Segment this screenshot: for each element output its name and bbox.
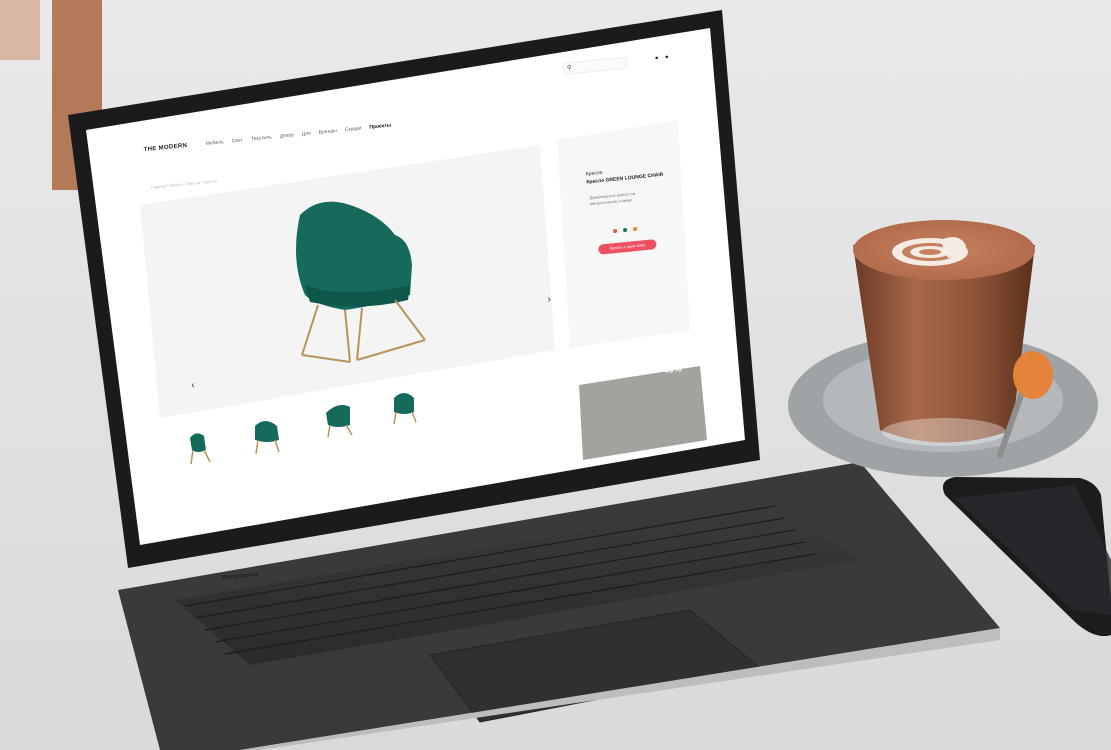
site-nav: Мебель Свет Текстиль Декор Для Бренды Ск… xyxy=(206,122,392,147)
search-icon: ⚲ xyxy=(566,65,572,72)
breadcrumb: Главная / Мебель / Кресла / Кресло xyxy=(150,178,218,190)
website-screen: THE MODERN Мебель Свет Текстиль Декор Дл… xyxy=(94,54,781,630)
prev-image-arrow[interactable]: ‹ xyxy=(191,380,195,391)
nav-item[interactable]: Декор xyxy=(280,132,294,139)
nav-item[interactable]: Текстиль xyxy=(251,134,272,142)
user-icon[interactable]: ● xyxy=(655,55,659,61)
color-swatch[interactable] xyxy=(622,227,628,233)
nav-item-active[interactable]: Проекты xyxy=(369,122,391,130)
nav-item[interactable]: Свет xyxy=(232,137,244,144)
nav-item[interactable]: Для xyxy=(302,131,311,138)
nav-item[interactable]: Мебель xyxy=(206,139,224,147)
section-title: Популярное xyxy=(222,571,260,582)
nav-item[interactable]: Скидки xyxy=(345,125,362,133)
product-description: Дизайнерское кресло на металлических нож… xyxy=(589,190,636,207)
next-image-arrow[interactable]: › xyxy=(547,294,551,305)
color-swatch[interactable] xyxy=(632,226,638,232)
discount-badge: 40% xyxy=(663,363,682,376)
color-swatch[interactable] xyxy=(612,228,618,234)
nav-item[interactable]: Бренды xyxy=(319,128,338,136)
buy-button[interactable]: Купить в один клик xyxy=(598,239,657,255)
site-brand[interactable]: THE MODERN xyxy=(144,143,188,153)
product-label: Кресло xyxy=(585,169,603,178)
cart-icon[interactable]: ● xyxy=(665,54,669,60)
